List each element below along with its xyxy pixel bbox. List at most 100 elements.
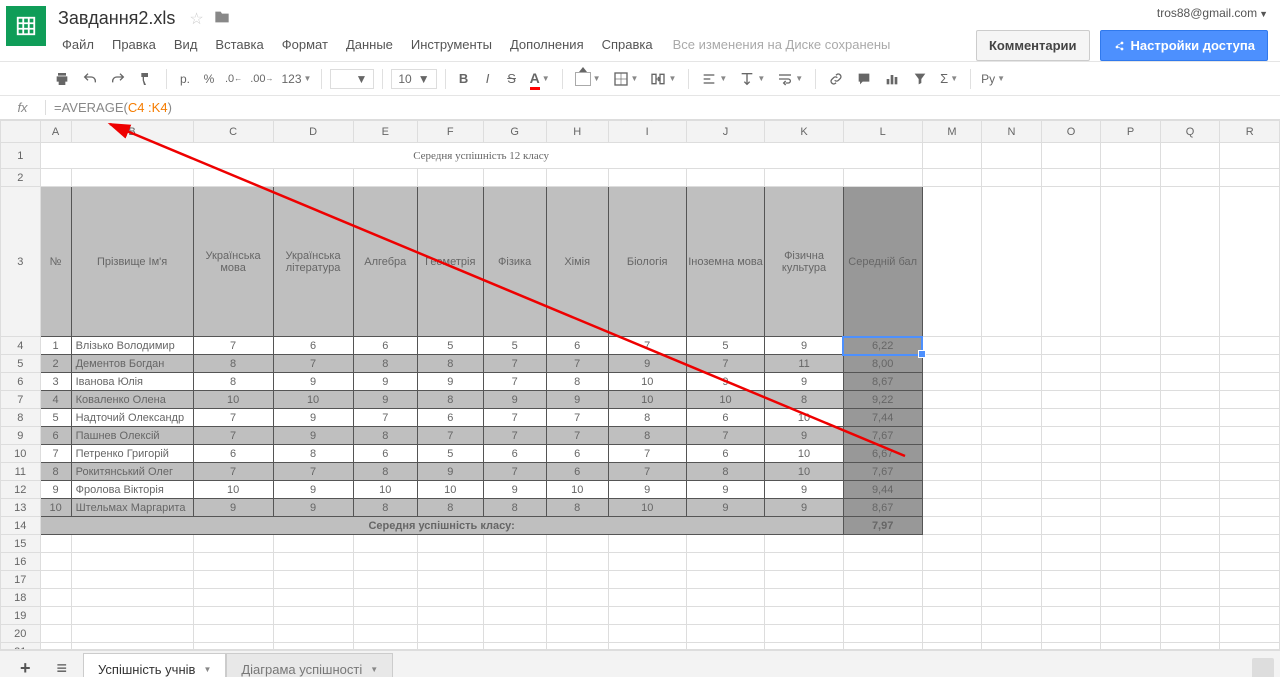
cell-r6-c6[interactable]: 7	[483, 373, 546, 391]
cell-r10-c5[interactable]: 5	[417, 445, 483, 463]
cell-r10-c9[interactable]: 6	[686, 445, 765, 463]
cell-r4-c6[interactable]: 5	[483, 337, 546, 355]
cell-r9-c0[interactable]: 6	[40, 427, 71, 445]
hdr-5[interactable]: Геометрія	[417, 187, 483, 337]
sheet-tab[interactable]: Успішність учнів▼	[83, 653, 226, 677]
formula-input[interactable]: =AVERAGE(C4 :K4)	[46, 98, 180, 117]
row-19[interactable]: 19	[1, 607, 41, 625]
cell-r12-c4[interactable]: 10	[353, 481, 417, 499]
comments-button[interactable]: Комментарии	[976, 30, 1090, 61]
cell-r9-c4[interactable]: 8	[353, 427, 417, 445]
cell-r8-c8[interactable]: 8	[608, 409, 686, 427]
paint-format-icon[interactable]	[134, 67, 158, 91]
fill-color[interactable]: ▼	[571, 68, 605, 90]
cell-r4-c10[interactable]: 9	[765, 337, 843, 355]
valign-icon[interactable]: ▼	[735, 67, 769, 91]
col-R[interactable]: R	[1220, 121, 1280, 143]
cell-r13-c8[interactable]: 10	[608, 499, 686, 517]
cell-r8-c7[interactable]: 7	[546, 409, 608, 427]
cell-r5-c5[interactable]: 8	[417, 355, 483, 373]
col-M[interactable]: M	[922, 121, 982, 143]
row-1[interactable]: 1	[1, 143, 41, 169]
cell-r6-c10[interactable]: 9	[765, 373, 843, 391]
row-7[interactable]: 7	[1, 391, 41, 409]
cell-r13-c7[interactable]: 8	[546, 499, 608, 517]
row-20[interactable]: 20	[1, 625, 41, 643]
menu-Файл[interactable]: Файл	[54, 33, 102, 56]
hdr-1[interactable]: Прізвище Ім'я	[71, 187, 193, 337]
menu-Данные[interactable]: Данные	[338, 33, 401, 56]
col-N[interactable]: N	[982, 121, 1042, 143]
cell-r10-c2[interactable]: 6	[193, 445, 273, 463]
cell-r5-c7[interactable]: 7	[546, 355, 608, 373]
app-icon[interactable]	[6, 6, 46, 46]
cell-r7-c2[interactable]: 10	[193, 391, 273, 409]
row-15[interactable]: 15	[1, 535, 41, 553]
col-D[interactable]: D	[273, 121, 353, 143]
bold-icon[interactable]: B	[454, 67, 474, 90]
link-icon[interactable]	[824, 67, 848, 91]
cell-r7-c8[interactable]: 10	[608, 391, 686, 409]
menu-Вставка[interactable]: Вставка	[207, 33, 271, 56]
menu-Вид[interactable]: Вид	[166, 33, 206, 56]
cell-r8-c10[interactable]: 10	[765, 409, 843, 427]
cell-r8-c3[interactable]: 9	[273, 409, 353, 427]
hdr-3[interactable]: Українська література	[273, 187, 353, 337]
cell-r8-c6[interactable]: 7	[483, 409, 546, 427]
cell-r6-c5[interactable]: 9	[417, 373, 483, 391]
col-H[interactable]: H	[546, 121, 608, 143]
hdr-7[interactable]: Хімія	[546, 187, 608, 337]
cell-r8-c11[interactable]: 7,44	[843, 409, 922, 427]
cell-r6-c4[interactable]: 9	[353, 373, 417, 391]
cell-r10-c6[interactable]: 6	[483, 445, 546, 463]
row-18[interactable]: 18	[1, 589, 41, 607]
cell-r10-c3[interactable]: 8	[273, 445, 353, 463]
cell-r5-c4[interactable]: 8	[353, 355, 417, 373]
cell-r4-c1[interactable]: Влізько Володимир	[71, 337, 193, 355]
sheet-title[interactable]: Середня успішність 12 класу	[40, 143, 922, 169]
col-J[interactable]: J	[686, 121, 765, 143]
strike-icon[interactable]: S	[502, 67, 522, 90]
cell-r10-c1[interactable]: Петренко Григорій	[71, 445, 193, 463]
cell-r7-c9[interactable]: 10	[686, 391, 765, 409]
cell-r13-c9[interactable]: 9	[686, 499, 765, 517]
col-Q[interactable]: Q	[1160, 121, 1220, 143]
menu-Инструменты[interactable]: Инструменты	[403, 33, 500, 56]
col-K[interactable]: K	[765, 121, 843, 143]
row-14[interactable]: 14	[1, 517, 41, 535]
cell-r12-c0[interactable]: 9	[40, 481, 71, 499]
row-3[interactable]: 3	[1, 187, 41, 337]
row-13[interactable]: 13	[1, 499, 41, 517]
cell-r7-c6[interactable]: 9	[483, 391, 546, 409]
col-P[interactable]: P	[1101, 121, 1160, 143]
cell-r9-c9[interactable]: 7	[686, 427, 765, 445]
row-2[interactable]: 2	[1, 169, 41, 187]
cell-r4-c8[interactable]: 7	[608, 337, 686, 355]
script-lang[interactable]: Ру▼	[979, 72, 1007, 86]
cell-r7-c0[interactable]: 4	[40, 391, 71, 409]
undo-icon[interactable]	[78, 67, 102, 91]
borders-icon[interactable]: ▼	[609, 67, 643, 91]
hdr-2[interactable]: Українська мова	[193, 187, 273, 337]
cell-r5-c6[interactable]: 7	[483, 355, 546, 373]
cell-r13-c5[interactable]: 8	[417, 499, 483, 517]
cell-r12-c1[interactable]: Фролова Вікторія	[71, 481, 193, 499]
cell-r11-c4[interactable]: 8	[353, 463, 417, 481]
cell-r4-c2[interactable]: 7	[193, 337, 273, 355]
currency-format[interactable]: р.	[175, 72, 195, 86]
row-6[interactable]: 6	[1, 373, 41, 391]
cell-r6-c3[interactable]: 9	[273, 373, 353, 391]
cell-r7-c3[interactable]: 10	[273, 391, 353, 409]
redo-icon[interactable]	[106, 67, 130, 91]
row-17[interactable]: 17	[1, 571, 41, 589]
cell-r8-c2[interactable]: 7	[193, 409, 273, 427]
cell-r9-c10[interactable]: 9	[765, 427, 843, 445]
chart-icon[interactable]	[880, 67, 904, 91]
halign-icon[interactable]: ▼	[697, 67, 731, 91]
cell-r13-c0[interactable]: 10	[40, 499, 71, 517]
cell-r11-c7[interactable]: 6	[546, 463, 608, 481]
percent-format[interactable]: %	[199, 72, 219, 86]
cell-r9-c5[interactable]: 7	[417, 427, 483, 445]
cell-r4-c9[interactable]: 5	[686, 337, 765, 355]
cell-r13-c6[interactable]: 8	[483, 499, 546, 517]
